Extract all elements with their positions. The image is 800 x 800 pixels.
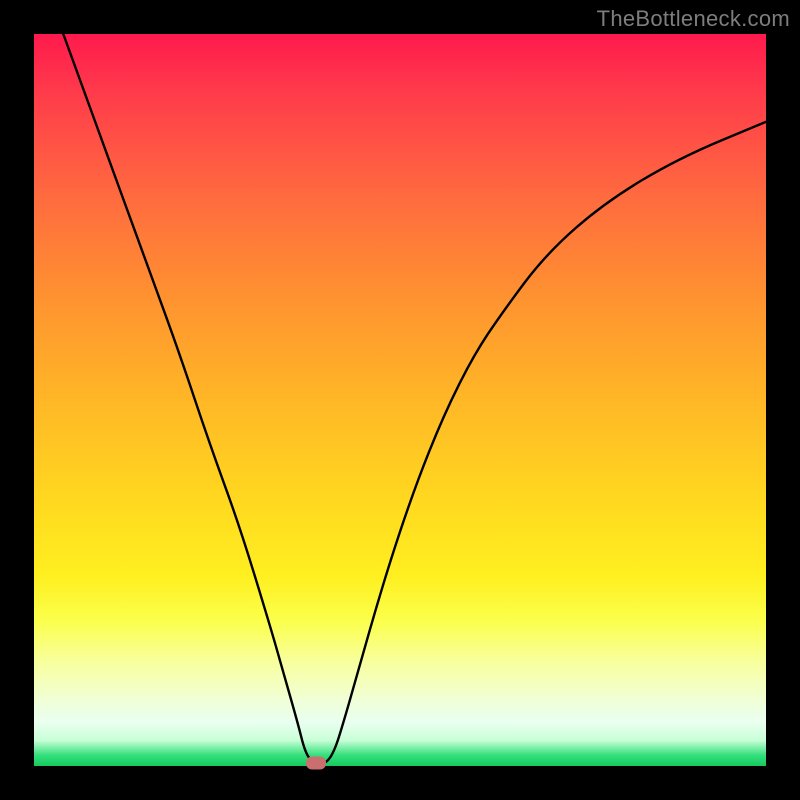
- watermark-text: TheBottleneck.com: [597, 6, 790, 32]
- bottleneck-curve: [34, 34, 766, 766]
- outer-frame: TheBottleneck.com: [0, 0, 800, 800]
- plot-area: [34, 34, 766, 766]
- minimum-marker: [306, 757, 326, 770]
